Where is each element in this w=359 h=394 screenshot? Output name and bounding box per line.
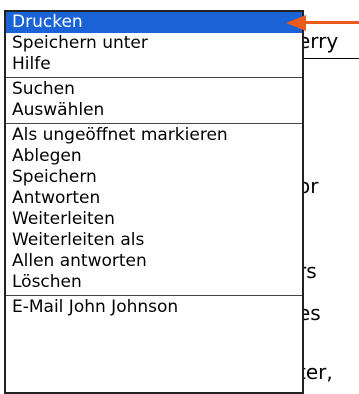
menu-item-loeschen[interactable]: Löschen [6,272,302,293]
menu-item-als-ungeoeffnet-markieren[interactable]: Als ungeöffnet markieren [6,125,302,146]
menu-item-email-contact[interactable]: E-Mail John Johnson [6,297,302,318]
menu-item-suchen[interactable]: Suchen [6,79,302,100]
bg-divider [298,58,359,59]
menu-separator [6,77,302,78]
menu-item-ablegen[interactable]: Ablegen [6,146,302,167]
context-menu: Drucken Speichern unter Hilfe Suchen Aus… [4,10,304,394]
annotation-arrow-head-icon [286,15,306,31]
menu-item-speichern-unter[interactable]: Speichern unter [6,33,302,54]
menu-item-weiterleiten[interactable]: Weiterleiten [6,209,302,230]
menu-separator [6,123,302,124]
menu-item-antworten[interactable]: Antworten [6,188,302,209]
annotation-arrow-shaft [304,21,359,24]
menu-item-auswaehlen[interactable]: Auswählen [6,100,302,121]
menu-item-allen-antworten[interactable]: Allen antworten [6,251,302,272]
menu-item-weiterleiten-als[interactable]: Weiterleiten als [6,230,302,251]
menu-separator [6,295,302,296]
menu-item-speichern[interactable]: Speichern [6,167,302,188]
bg-fragment-1: erry [298,29,339,53]
menu-item-hilfe[interactable]: Hilfe [6,54,302,75]
menu-item-drucken[interactable]: Drucken [6,12,302,33]
